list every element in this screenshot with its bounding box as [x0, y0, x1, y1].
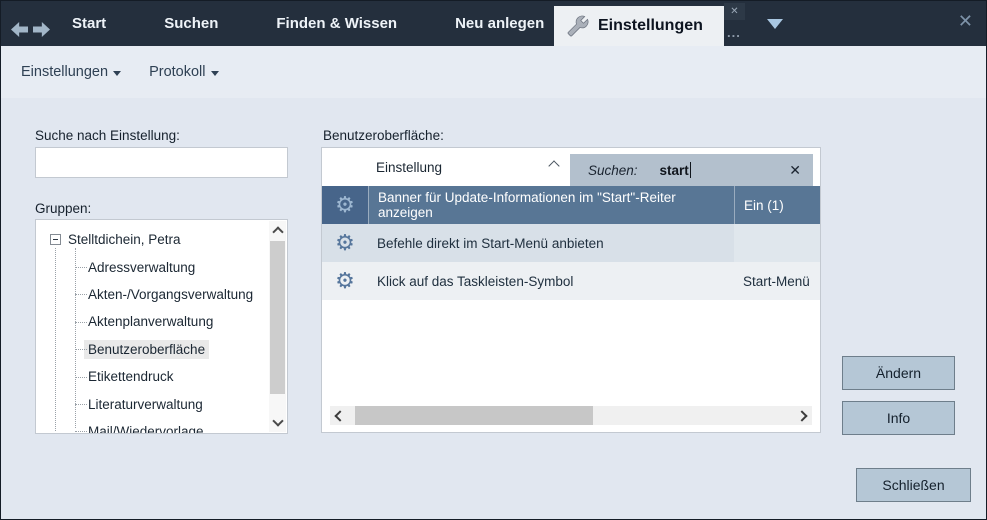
- tree-item-label: Mail/Wiedervorlage: [88, 424, 204, 434]
- settings-window: Start Suchen Finden & Wissen Neu anlegen…: [0, 0, 987, 520]
- tree-root-label: Stelltdichein, Petra: [68, 232, 181, 247]
- text-cursor: [690, 162, 691, 178]
- scroll-up-icon[interactable]: [272, 226, 283, 237]
- tab-bar: Start Suchen Finden & Wissen Neu anlegen…: [1, 1, 986, 46]
- tree-collapse-icon[interactable]: [50, 234, 61, 245]
- setting-value: Ein (1): [734, 186, 820, 224]
- tree-item-label: Adressverwaltung: [88, 260, 195, 275]
- setting-name: Befehle direkt im Start-Menü anbieten: [368, 224, 734, 262]
- sort-ascending-icon: [548, 160, 559, 171]
- table-search-label: Suchen:: [588, 163, 638, 178]
- active-tab-label: Einstellungen: [598, 17, 703, 35]
- table-search-value[interactable]: start: [660, 163, 689, 178]
- gear-icon: ⚙: [335, 194, 355, 216]
- setting-value: Start-Menü: [734, 262, 820, 300]
- back-arrow-icon[interactable]: [11, 22, 28, 37]
- tab-einstellungen-active[interactable]: Einstellungen: [554, 6, 724, 46]
- schliessen-button[interactable]: Schließen: [856, 468, 971, 502]
- tree-item-adressverwaltung[interactable]: Adressverwaltung: [36, 253, 287, 280]
- scrollbar-thumb[interactable]: [355, 406, 593, 425]
- tab-finden-wissen[interactable]: Finden & Wissen: [247, 15, 426, 32]
- tree-item-mail-wiedervorlage[interactable]: Mail/Wiedervorlage: [36, 418, 287, 434]
- scroll-down-icon[interactable]: [272, 415, 283, 426]
- groups-label: Gruppen:: [35, 201, 91, 216]
- table-horizontal-scrollbar[interactable]: [330, 406, 812, 425]
- table-search-box[interactable]: Suchen: start ✕: [570, 154, 813, 186]
- tree-item-etikettendruck[interactable]: Etikettendruck: [36, 363, 287, 390]
- tree-item-label: Akten-/Vorgangsverwaltung: [88, 287, 253, 302]
- aendern-button[interactable]: Ändern: [842, 356, 955, 390]
- tree-vertical-scrollbar[interactable]: [269, 221, 286, 432]
- chevron-down-icon: [211, 71, 219, 76]
- scroll-left-icon[interactable]: [334, 410, 345, 421]
- settings-table: Einstellung Suchen: start ✕ ⚙ Banner für…: [321, 147, 821, 433]
- search-clear-icon[interactable]: ✕: [789, 162, 801, 179]
- chevron-down-icon: [113, 71, 121, 76]
- tree-item-literaturverwaltung[interactable]: Literaturverwaltung: [36, 390, 287, 417]
- groups-tree: Stelltdichein, Petra Adressverwaltung Ak…: [35, 219, 288, 434]
- tree-root-item[interactable]: Stelltdichein, Petra: [36, 226, 287, 253]
- tree-item-label-selected: Benutzeroberfläche: [84, 340, 209, 359]
- scrollbar-thumb[interactable]: [270, 241, 285, 394]
- tree-item-label: Etikettendruck: [88, 369, 174, 384]
- tree-item-benutzeroberflaeche[interactable]: Benutzeroberfläche: [36, 336, 287, 363]
- window-close-button[interactable]: ✕: [958, 12, 973, 30]
- tree-item-label: Literaturverwaltung: [88, 397, 203, 412]
- tab-start[interactable]: Start: [43, 15, 135, 32]
- tree-item-aktenplanverwaltung[interactable]: Aktenplanverwaltung: [36, 308, 287, 335]
- tree-item-akten-vorgangsverwaltung[interactable]: Akten-/Vorgangsverwaltung: [36, 281, 287, 308]
- menu-protokoll-label: Protokoll: [149, 64, 205, 80]
- table-title: Benutzeroberfläche:: [323, 128, 444, 143]
- setting-name: Klick auf das Taskleisten-Symbol: [368, 262, 734, 300]
- wrench-icon: [567, 15, 589, 37]
- scroll-right-icon[interactable]: [796, 410, 807, 421]
- setting-name: Banner für Update-Informationen im "Star…: [368, 186, 734, 224]
- search-setting-label: Suche nach Einstellung:: [35, 128, 180, 143]
- table-row[interactable]: ⚙ Klick auf das Taskleisten-Symbol Start…: [322, 262, 820, 300]
- menu-einstellungen-label: Einstellungen: [21, 64, 108, 80]
- setting-value: [734, 224, 820, 262]
- tree-item-label: Aktenplanverwaltung: [88, 314, 213, 329]
- table-header[interactable]: Einstellung Suchen: start ✕: [322, 148, 820, 186]
- tab-overflow-dots[interactable]: ...: [727, 25, 741, 40]
- gear-icon: ⚙: [335, 232, 355, 254]
- table-row[interactable]: ⚙ Banner für Update-Informationen im "St…: [322, 186, 820, 224]
- menu-bar: Einstellungen Protokoll: [1, 46, 986, 98]
- gear-icon: ⚙: [335, 270, 355, 292]
- tab-list-dropdown-icon[interactable]: [767, 19, 783, 29]
- column-header-einstellung[interactable]: Einstellung: [376, 160, 442, 175]
- menu-einstellungen[interactable]: Einstellungen: [21, 64, 121, 80]
- tab-suchen[interactable]: Suchen: [135, 15, 247, 32]
- tab-neu-anlegen[interactable]: Neu anlegen: [426, 15, 573, 32]
- setting-search-input[interactable]: [35, 147, 288, 178]
- table-row[interactable]: ⚙ Befehle direkt im Start-Menü anbieten: [322, 224, 820, 262]
- tab-close-icon[interactable]: ✕: [724, 3, 745, 20]
- menu-protokoll[interactable]: Protokoll: [149, 64, 218, 80]
- info-button[interactable]: Info: [842, 401, 955, 435]
